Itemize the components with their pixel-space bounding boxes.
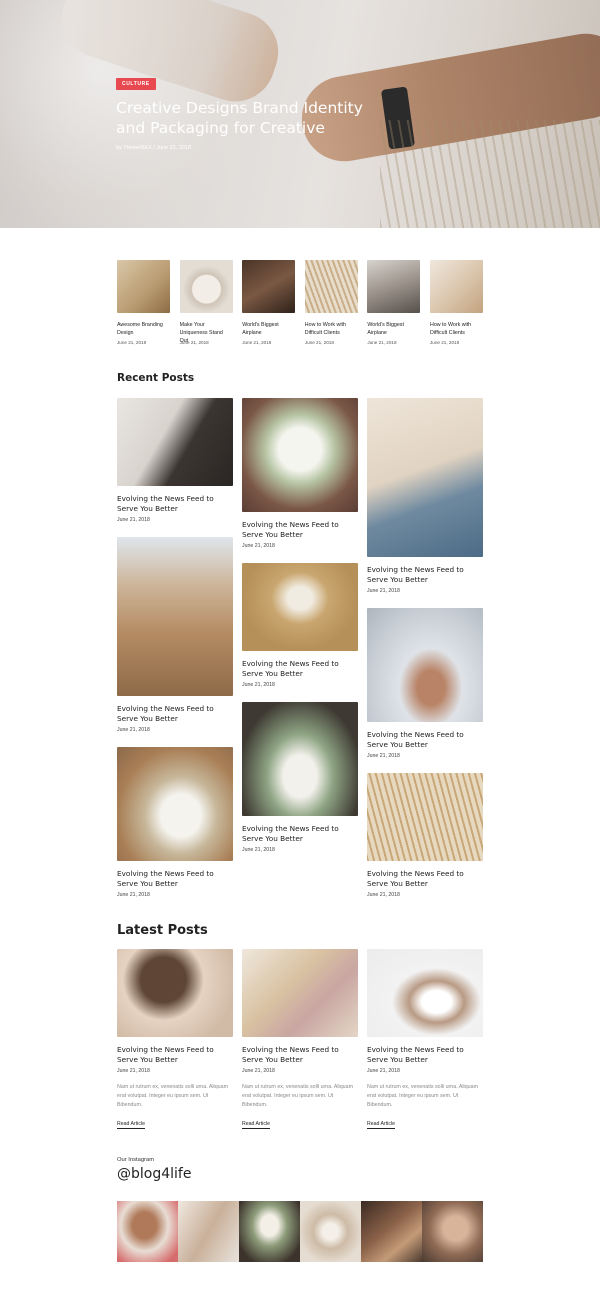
instagram-photo[interactable] [239, 1201, 300, 1262]
post-title[interactable]: Evolving the News Feed to Serve You Bett… [242, 659, 358, 679]
post-card[interactable]: Evolving the News Feed to Serve You Bett… [367, 398, 483, 594]
instagram-photo[interactable] [361, 1201, 422, 1262]
thumbnail-date: June 21, 2018 [242, 340, 272, 345]
thumbnail-title[interactable]: Make Your Uniqueness Stand Out [180, 321, 233, 344]
instagram-photo[interactable] [178, 1201, 239, 1262]
thumbnail-title[interactable]: World's Biggest Airplane [242, 321, 295, 337]
thumbnail-image[interactable] [242, 260, 296, 313]
thumbnail-title[interactable]: How to Work with Difficult Clients [430, 321, 483, 337]
thumbnail-date: June 21, 2018 [367, 340, 397, 345]
thumbnail-date: June 21, 2018 [117, 340, 147, 345]
post-card[interactable]: Evolving the News Feed to Serve You Bett… [367, 773, 483, 898]
post-image[interactable] [117, 537, 233, 696]
thumbnail-title[interactable]: Awesome Branding Design [117, 321, 170, 337]
hero-image-grass [380, 120, 600, 228]
post-date: June 21, 2018 [242, 543, 275, 549]
post-image[interactable] [367, 398, 483, 557]
post-date: June 21, 2018 [117, 517, 150, 523]
post-card[interactable]: Evolving the News Feed to Serve You Bett… [242, 702, 358, 853]
post-title[interactable]: Evolving the News Feed to Serve You Bett… [242, 1045, 358, 1065]
latest-posts-heading: Latest Posts [117, 923, 208, 938]
post-title[interactable]: Evolving the News Feed to Serve You Bett… [117, 704, 233, 724]
post-image[interactable] [242, 949, 358, 1037]
read-article-link[interactable]: Read Article [242, 1121, 270, 1129]
thumbnail-image[interactable] [304, 260, 358, 313]
post-title[interactable]: Evolving the News Feed to Serve You Bett… [367, 1045, 483, 1065]
post-date: June 21, 2018 [117, 1068, 150, 1074]
latest-post-card[interactable]: Evolving the News Feed to Serve You Bett… [242, 949, 358, 1130]
thumbnail-post[interactable]: Make Your Uniqueness Stand Out June 21, … [179, 260, 233, 345]
thumbnail-date: June 21, 2018 [430, 340, 460, 345]
thumbnail-post[interactable]: How to Work with Difficult Clients June … [304, 260, 358, 345]
post-title[interactable]: Evolving the News Feed to Serve You Bett… [242, 520, 358, 540]
post-title[interactable]: Evolving the News Feed to Serve You Bett… [367, 730, 483, 750]
thumbnail-image[interactable] [367, 260, 421, 313]
post-date: June 21, 2018 [117, 727, 150, 733]
thumbnail-date: June 21, 2018 [304, 340, 334, 345]
read-article-link[interactable]: Read Article [117, 1121, 145, 1129]
post-image[interactable] [117, 747, 233, 861]
thumbnail-post[interactable]: World's Biggest Airplane June 21, 2018 [242, 260, 296, 345]
thumbnail-image[interactable] [179, 260, 233, 313]
post-date: June 21, 2018 [367, 753, 400, 759]
category-tag[interactable]: CULTURE [116, 78, 156, 90]
thumbnail-title[interactable]: World's Biggest Airplane [367, 321, 420, 337]
post-image[interactable] [242, 563, 358, 651]
thumbnail-date: June 21, 2018 [179, 340, 209, 345]
post-date: June 21, 2018 [367, 1068, 400, 1074]
post-image[interactable] [242, 702, 358, 816]
instagram-photo[interactable] [422, 1201, 483, 1262]
thumbnail-post[interactable]: Awesome Branding Design June 21, 2018 [117, 260, 170, 345]
post-excerpt: Nam ut rutrum ex, venenatis solli urna. … [367, 1084, 478, 1108]
post-image[interactable] [242, 398, 358, 512]
post-image[interactable] [367, 608, 483, 722]
post-excerpt: Nam ut rutrum ex, venenatis solli urna. … [242, 1084, 353, 1108]
instagram-label: Our Instagram [117, 1157, 155, 1163]
post-title[interactable]: Evolving the News Feed to Serve You Bett… [117, 1045, 233, 1065]
post-date: June 21, 2018 [242, 847, 275, 853]
post-title[interactable]: Evolving the News Feed to Serve You Bett… [367, 869, 483, 889]
instagram-handle[interactable]: @blog4life [117, 1166, 191, 1182]
latest-post-card[interactable]: Evolving the News Feed to Serve You Bett… [117, 949, 233, 1130]
hero-title[interactable]: Creative Designs Brand Identity and Pack… [116, 98, 376, 138]
post-card[interactable]: Evolving the News Feed to Serve You Bett… [367, 608, 483, 759]
post-image[interactable] [117, 398, 233, 486]
instagram-photo[interactable] [300, 1201, 361, 1262]
instagram-photo[interactable] [117, 1201, 178, 1262]
post-card[interactable]: Evolving the News Feed to Serve You Bett… [242, 563, 358, 688]
post-title[interactable]: Evolving the News Feed to Serve You Bett… [117, 869, 233, 889]
featured-thumbnails: Awesome Branding Design June 21, 2018 Ma… [117, 260, 483, 350]
thumbnail-title[interactable]: How to Work with Difficult Clients [305, 321, 358, 337]
post-image[interactable] [367, 773, 483, 861]
thumbnail-image[interactable] [430, 260, 483, 313]
thumbnail-post[interactable]: How to Work with Difficult Clients June … [430, 260, 483, 345]
post-excerpt: Nam ut rutrum ex, venenatis solli urna. … [117, 1084, 228, 1108]
post-date: June 21, 2018 [367, 588, 400, 594]
post-card[interactable]: Evolving the News Feed to Serve You Bett… [242, 398, 358, 549]
post-date: June 21, 2018 [242, 1068, 275, 1074]
post-image[interactable] [117, 949, 233, 1037]
hero-meta: by ThemeREX / June 21, 2018 [116, 145, 192, 151]
post-title[interactable]: Evolving the News Feed to Serve You Bett… [367, 565, 483, 585]
post-date: June 21, 2018 [367, 892, 400, 898]
post-date: June 21, 2018 [242, 682, 275, 688]
latest-post-card[interactable]: Evolving the News Feed to Serve You Bett… [367, 949, 483, 1130]
thumbnail-post[interactable]: World's Biggest Airplane June 21, 2018 [367, 260, 421, 345]
post-title[interactable]: Evolving the News Feed to Serve You Bett… [242, 824, 358, 844]
instagram-feed [117, 1201, 483, 1262]
post-title[interactable]: Evolving the News Feed to Serve You Bett… [117, 494, 233, 514]
thumbnail-image[interactable] [117, 260, 170, 313]
post-card[interactable]: Evolving the News Feed to Serve You Bett… [117, 398, 233, 523]
post-card[interactable]: Evolving the News Feed to Serve You Bett… [117, 537, 233, 733]
hero-banner[interactable]: CULTURE Creative Designs Brand Identity … [0, 0, 600, 228]
recent-posts-heading: Recent Posts [117, 372, 195, 384]
read-article-link[interactable]: Read Article [367, 1121, 395, 1129]
post-date: June 21, 2018 [117, 892, 150, 898]
post-card[interactable]: Evolving the News Feed to Serve You Bett… [117, 747, 233, 898]
post-image[interactable] [367, 949, 483, 1037]
